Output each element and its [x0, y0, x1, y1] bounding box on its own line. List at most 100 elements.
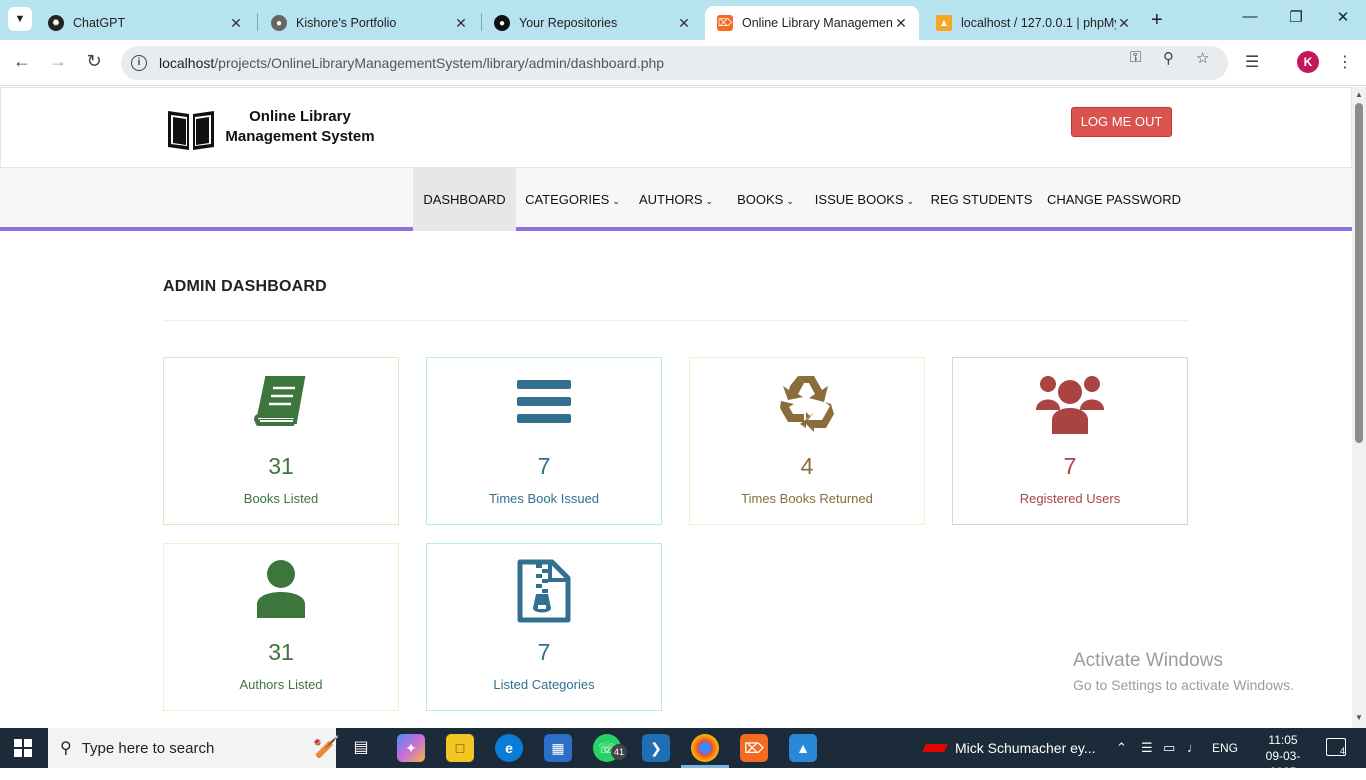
url-text[interactable]: localhost/projects/OnlineLibraryManageme…: [159, 55, 664, 71]
listed-categories-card: 7 Listed Categories: [426, 543, 662, 711]
chevron-down-icon: ⌄: [786, 196, 794, 206]
profile-avatar[interactable]: K: [1297, 51, 1319, 73]
search-placeholder: Type here to search: [81, 739, 215, 757]
battery-icon[interactable]: ▭: [1163, 740, 1175, 756]
stat-value: 31: [268, 639, 294, 665]
address-bar[interactable]: i localhost/projects/OnlineLibraryManage…: [121, 46, 1228, 80]
tab-online-library[interactable]: ⌦ Online Library Management ✕: [705, 6, 919, 40]
new-tab-button[interactable]: +: [1151, 9, 1163, 32]
windows-start-button[interactable]: [14, 739, 32, 757]
reload-button[interactable]: ↻: [82, 51, 106, 72]
password-key-icon[interactable]: ⚿: [1130, 49, 1141, 66]
book-icon: [254, 376, 306, 426]
taskbar-search-box[interactable]: ⚲ Type here to search 🏏: [48, 728, 340, 768]
xampp-icon[interactable]: ⌦: [740, 734, 768, 762]
nav-label: ISSUE BOOKS: [814, 192, 904, 207]
watermark-subtitle: Go to Settings to activate Windows.: [1073, 677, 1294, 693]
github-icon: ●: [494, 15, 510, 31]
bookmark-star-icon[interactable]: ☆: [1196, 49, 1209, 67]
nav-authors[interactable]: AUTHORS ⌄: [633, 168, 719, 231]
news-ticker[interactable]: Mick Schumacher ey...: [955, 740, 1096, 756]
activate-windows-watermark: Activate Windows Go to Settings to activ…: [1073, 650, 1294, 693]
recycle-icon: [780, 376, 834, 432]
nav-change-password[interactable]: CHANGE PASSWORD: [1046, 168, 1182, 231]
page-scrollbar[interactable]: ▲ ▼: [1352, 87, 1366, 728]
close-tab-icon[interactable]: ✕: [228, 15, 244, 32]
tab-your-repositories[interactable]: ● Your Repositories ✕: [482, 6, 702, 40]
nav-label: REG STUDENTS: [930, 192, 1033, 207]
times-books-returned-card: 4 Times Books Returned: [689, 357, 925, 525]
stat-value: 7: [537, 639, 551, 665]
brand-title[interactable]: Online Library Management System: [224, 107, 376, 147]
stat-label: Times Books Returned: [741, 491, 873, 506]
nav-books[interactable]: BOOKS ⌄: [731, 168, 800, 231]
tab-phpmyadmin[interactable]: ▲ localhost / 127.0.0.1 | phpMy ✕: [924, 6, 1142, 40]
tab-chatgpt[interactable]: ✹ ChatGPT ✕: [36, 6, 254, 40]
search-icon: ⚲: [60, 740, 72, 757]
clock-time: 11:05: [1268, 733, 1298, 747]
language-indicator[interactable]: ENG: [1212, 741, 1238, 755]
minimize-button[interactable]: —: [1227, 8, 1273, 25]
authors-listed-card: 31 Authors Listed: [163, 543, 399, 711]
notification-center-icon[interactable]: 4: [1326, 738, 1346, 756]
tab-title: localhost / 127.0.0.1 | phpMy: [961, 16, 1116, 30]
show-hidden-icons-chevron-icon[interactable]: ⌃: [1116, 740, 1127, 756]
edge-browser-icon[interactable]: e: [495, 734, 523, 762]
zoom-icon[interactable]: ⚲: [1163, 49, 1174, 67]
scrollbar-thumb[interactable]: [1355, 103, 1363, 443]
stat-value: 7: [537, 453, 551, 479]
scroll-down-arrow-icon[interactable]: ▼: [1355, 713, 1363, 722]
f1-news-icon: [922, 744, 948, 752]
task-view-icon[interactable]: ▤: [347, 734, 375, 762]
chevron-down-icon: ⌄: [705, 196, 714, 206]
browser-tab-strip: ▼ ✹ ChatGPT ✕ ● Kishore's Portfolio ✕ ● …: [0, 0, 1366, 40]
extensions-puzzle-icon[interactable]: ☰: [1245, 52, 1259, 72]
stat-label: Authors Listed: [239, 677, 323, 692]
nav-reg-students[interactable]: REG STUDENTS: [928, 168, 1035, 231]
bars-icon: [517, 380, 571, 423]
nav-label: AUTHORS: [638, 192, 703, 207]
nav-dashboard[interactable]: DASHBOARD: [413, 168, 516, 231]
volume-icon[interactable]: ♩: [1187, 740, 1200, 755]
back-button[interactable]: ←: [10, 51, 34, 72]
forward-button[interactable]: →: [46, 51, 70, 72]
chatgpt-icon: ✹: [48, 15, 64, 31]
chevron-down-icon: ⌄: [612, 196, 620, 206]
close-tab-icon[interactable]: ✕: [453, 15, 469, 32]
tab-title: Kishore's Portfolio: [296, 16, 397, 30]
microsoft-store-icon[interactable]: ▦: [544, 734, 572, 762]
user-icon: [257, 560, 305, 618]
file-explorer-icon[interactable]: □: [446, 734, 474, 762]
vscode-icon[interactable]: ❯: [642, 734, 670, 762]
whatsapp-badge: 41: [611, 744, 627, 760]
wifi-icon[interactable]: ☰: [1141, 740, 1153, 756]
tab-title: ChatGPT: [73, 16, 126, 30]
close-tab-icon[interactable]: ✕: [676, 15, 692, 32]
system-clock[interactable]: 11:05 09-03-2025: [1253, 732, 1313, 780]
scroll-up-arrow-icon[interactable]: ▲: [1355, 90, 1363, 99]
close-tab-icon[interactable]: ✕: [893, 15, 909, 32]
close-window-button[interactable]: ✕: [1320, 8, 1366, 26]
nav-label: CHANGE PASSWORD: [1046, 192, 1182, 207]
tab-title: Your Repositories: [519, 16, 618, 30]
restore-button[interactable]: ❐: [1273, 8, 1319, 26]
copilot-icon[interactable]: ✦: [397, 734, 425, 762]
site-info-icon[interactable]: i: [131, 55, 147, 71]
nav-issue-books[interactable]: ISSUE BOOKS ⌄: [812, 168, 917, 231]
photos-icon[interactable]: ▲: [789, 734, 817, 762]
clock-date: 09-03-2025: [1265, 749, 1301, 779]
logout-button[interactable]: LOG ME OUT: [1071, 107, 1172, 137]
divider: [163, 320, 1189, 321]
tab-divider: [257, 13, 258, 31]
chrome-icon[interactable]: [681, 734, 729, 768]
phpmyadmin-icon: ▲: [936, 15, 952, 31]
tab-search-button[interactable]: ▼: [8, 7, 32, 31]
stat-label: Books Listed: [243, 491, 319, 506]
tab-kishore-portfolio[interactable]: ● Kishore's Portfolio ✕: [259, 6, 479, 40]
stat-label: Listed Categories: [493, 677, 595, 692]
cricket-widget-icon: 🏏: [313, 734, 341, 759]
web-page: Online Library Management System LOG ME …: [0, 87, 1352, 728]
browser-menu-icon[interactable]: ⋮: [1337, 52, 1353, 72]
close-tab-icon[interactable]: ✕: [1116, 15, 1132, 32]
nav-categories[interactable]: CATEGORIES ⌄: [522, 168, 623, 231]
